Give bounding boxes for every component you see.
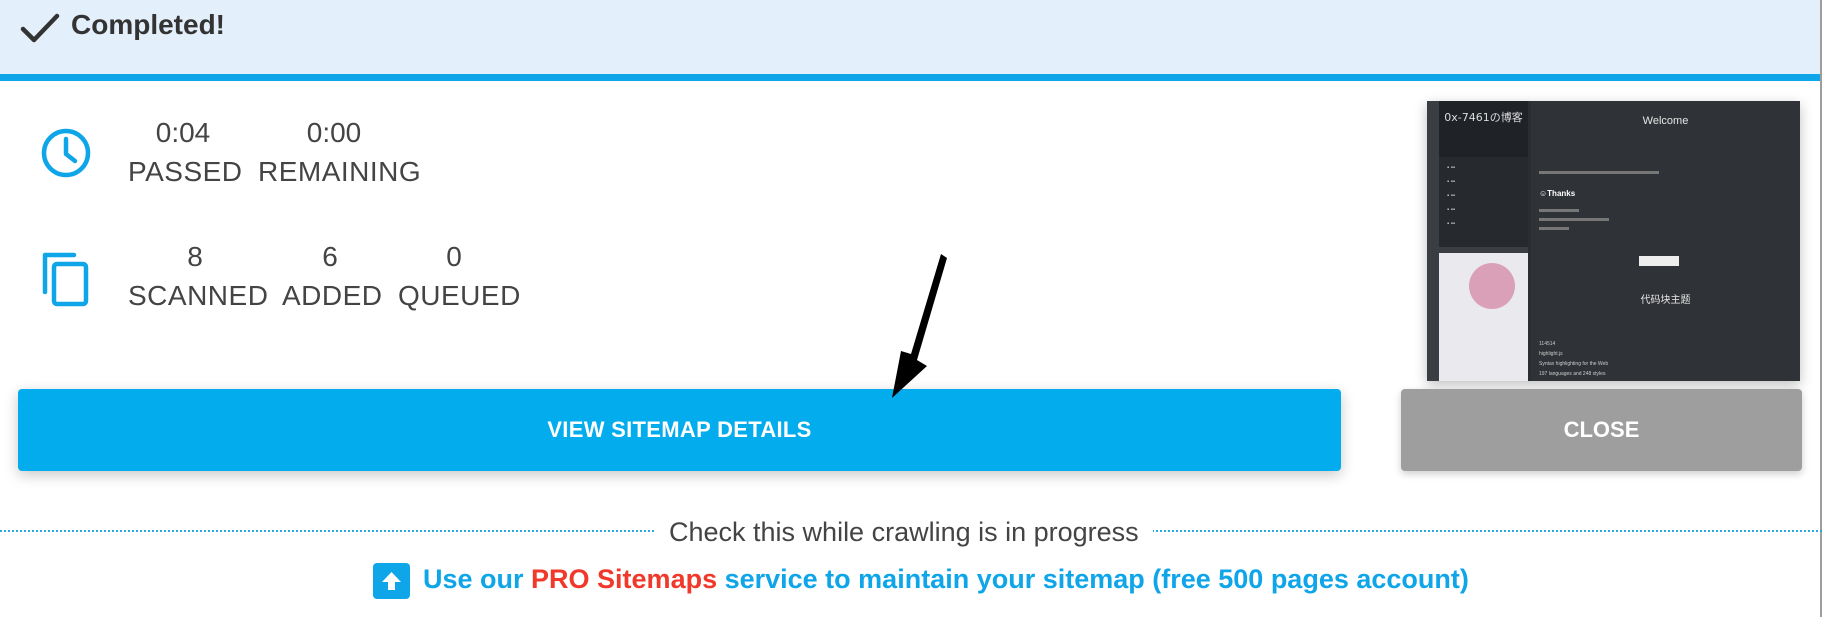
scanned-label: SCANNED bbox=[128, 280, 269, 311]
promo-pro-text: PRO Sitemaps bbox=[531, 564, 718, 594]
thumb-line-1: 114514 bbox=[1539, 341, 1556, 347]
queued-value: 0 bbox=[446, 241, 462, 272]
thumb-code-title: 代码块主题 bbox=[1640, 295, 1691, 306]
clock-icon bbox=[41, 128, 91, 178]
queued-stat: 0 QUEUED bbox=[398, 238, 521, 316]
progress-hint: Check this while crawling is in progress bbox=[655, 517, 1153, 548]
copy-pages-icon bbox=[42, 252, 89, 307]
passed-value: 0:04 bbox=[155, 117, 211, 148]
thumb-text-line bbox=[1539, 209, 1579, 212]
checkmark-icon bbox=[20, 13, 60, 43]
added-value: 6 bbox=[322, 241, 338, 272]
thumb-line-3: Syntax highlighting for the Web bbox=[1539, 361, 1609, 367]
close-button[interactable]: CLOSE bbox=[1401, 389, 1802, 471]
scanned-stat: 8 SCANNED bbox=[128, 238, 269, 316]
added-label: ADDED bbox=[282, 280, 383, 311]
thumb-text-line bbox=[1539, 218, 1609, 221]
status-header: Completed! bbox=[0, 0, 1822, 81]
thumb-text-line bbox=[1539, 171, 1659, 174]
thumb-text-line bbox=[1539, 227, 1569, 230]
thumb-thanks: ☺Thanks bbox=[1539, 189, 1576, 198]
promo-text-before: Use our bbox=[423, 564, 532, 594]
queued-label: QUEUED bbox=[398, 280, 521, 311]
remaining-label: REMAINING bbox=[258, 156, 422, 187]
thumb-blog-title: 0x-7461の博客 bbox=[1444, 111, 1523, 124]
thumb-readmore bbox=[1639, 256, 1679, 266]
site-thumbnail: 0x-7461の博客 ▪ ▪▪ ▪ ▪▪ ▪ ▪▪ ▪ ▪▪ ▪ ▪▪ Welcome … bbox=[1427, 101, 1800, 381]
cloud-upload-icon bbox=[373, 563, 410, 599]
thumb-line-4: 197 languages and 248 styles bbox=[1539, 371, 1606, 377]
thumb-avatar-box bbox=[1439, 253, 1528, 381]
thumb-avatar bbox=[1469, 263, 1515, 309]
promo-text-after: service to maintain your sitemap (free 5… bbox=[717, 564, 1469, 594]
thumb-menu: ▪ ▪▪ ▪ ▪▪ ▪ ▪▪ ▪ ▪▪ ▪ ▪▪ bbox=[1439, 157, 1528, 247]
thumb-welcome: Welcome bbox=[1642, 115, 1689, 127]
promo-link[interactable]: Use our PRO Sitemaps service to maintain… bbox=[423, 561, 1469, 597]
remaining-value: 0:00 bbox=[306, 117, 362, 148]
passed-label: PASSED bbox=[128, 156, 243, 187]
thumb-main bbox=[1531, 101, 1800, 381]
remaining-stat: 0:00 REMAINING bbox=[258, 114, 422, 192]
status-title: Completed! bbox=[71, 9, 225, 40]
thumb-line-2: highlight.js bbox=[1539, 351, 1563, 357]
scanned-value: 8 bbox=[187, 241, 203, 272]
passed-stat: 0:04 PASSED bbox=[128, 114, 243, 192]
added-stat: 6 ADDED bbox=[282, 238, 383, 316]
pointer-arrow-icon bbox=[892, 254, 947, 398]
view-sitemap-details-button[interactable]: VIEW SITEMAP DETAILS bbox=[18, 389, 1341, 471]
